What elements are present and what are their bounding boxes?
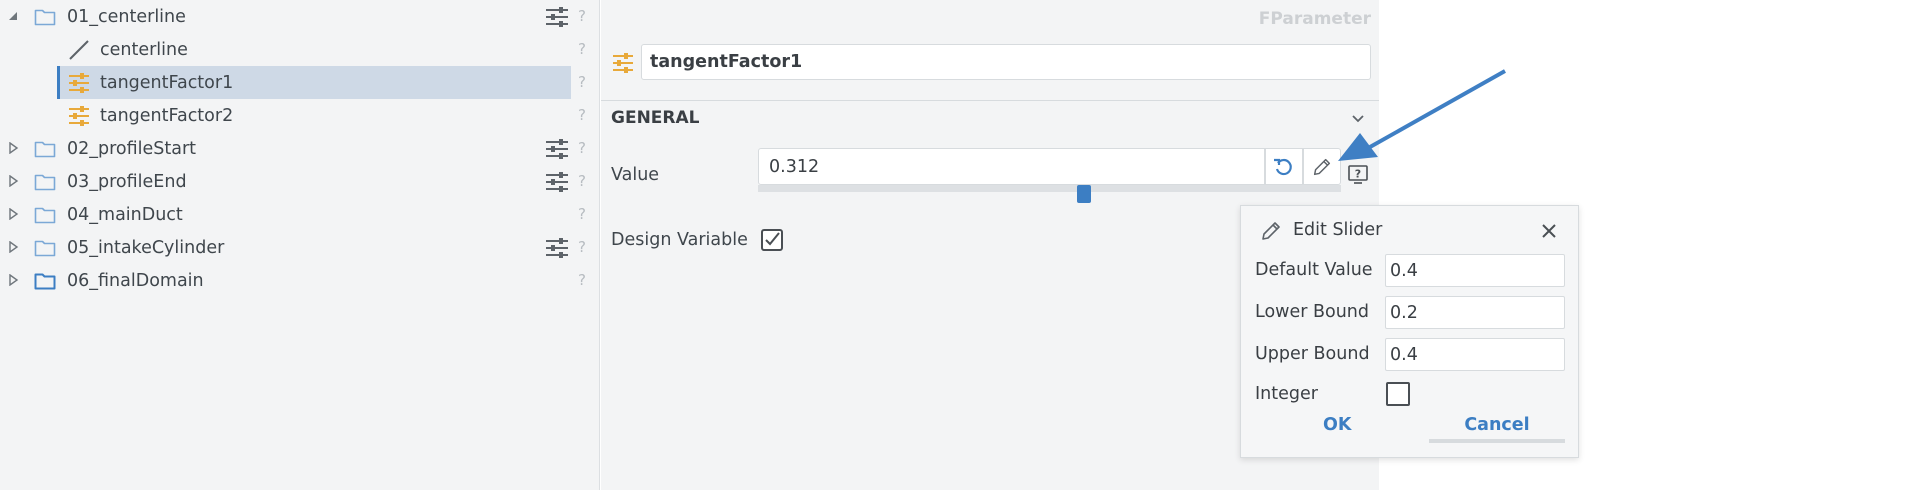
slider-param-icon [613,53,633,73]
value-label: Value [611,165,660,185]
default-value-input[interactable]: 0.4 [1385,254,1565,287]
folder-icon [34,240,56,257]
tree-item-06-finaldomain[interactable]: 06_finalDomain ? [0,264,600,297]
ok-button[interactable]: OK [1323,415,1351,435]
value-slider-track[interactable] [758,185,1341,192]
tree-item-label: 01_centerline [67,7,186,27]
help-icon[interactable]: ? [578,40,586,58]
help-icon[interactable]: ? [578,238,586,256]
reset-value-button[interactable] [1265,148,1303,185]
expand-triangle-icon[interactable] [7,241,19,253]
tree-item-05-intakecylinder[interactable]: 05_intakeCylinder ? [0,231,600,264]
value-slider-thumb[interactable] [1077,185,1092,203]
help-icon[interactable]: ? [578,139,586,157]
name-field-value: tangentFactor1 [650,52,803,72]
design-variable-label: Design Variable [611,230,748,250]
sliders-icon[interactable] [544,237,570,259]
line-icon [69,40,89,60]
expand-triangle-icon[interactable] [7,142,19,154]
expand-triangle-icon[interactable] [7,274,19,286]
lower-bound-input[interactable]: 0.2 [1385,296,1565,329]
integer-checkbox[interactable] [1386,382,1410,406]
tree-item-label: 03_profileEnd [67,172,187,192]
scene-tree: 01_centerline ? centerline ? tangentFact… [0,0,600,490]
slider-param-icon [69,73,89,93]
upper-bound-text: 0.4 [1390,345,1418,365]
expand-triangle-icon[interactable] [7,175,19,187]
tree-item-label: centerline [100,40,188,60]
help-icon[interactable]: ? [578,106,586,124]
tree-item-01-centerline[interactable]: 01_centerline ? [0,0,600,33]
design-variable-checkbox[interactable] [760,228,784,252]
folder-icon [34,174,56,191]
tree-item-tangentfactor2[interactable]: tangentFactor2 ? [0,99,600,132]
help-icon[interactable]: ? [578,271,586,289]
close-icon[interactable] [1538,220,1560,242]
upper-bound-input[interactable]: 0.4 [1385,338,1565,371]
name-field[interactable]: tangentFactor1 [641,44,1371,80]
object-type-label: FParameter [1258,9,1371,29]
tree-item-tangentfactor1[interactable]: tangentFactor1 ? [0,66,600,99]
expand-triangle-icon[interactable] [7,208,19,220]
sliders-icon[interactable] [544,6,570,28]
upper-bound-label: Upper Bound [1255,344,1370,364]
help-icon[interactable]: ? [578,7,586,25]
annotation-arrow-icon [1338,69,1506,161]
folder-icon [34,207,56,224]
value-input-text: 0.312 [769,157,820,177]
cancel-button[interactable]: Cancel [1429,413,1565,443]
help-icon[interactable]: ? [578,205,586,223]
sliders-icon[interactable] [544,138,570,160]
default-value-label: Default Value [1255,260,1373,280]
folder-icon [34,273,56,290]
value-input[interactable]: 0.312 [758,148,1265,185]
help-icon[interactable]: ? [1346,163,1370,187]
section-header-general[interactable]: GENERAL [611,108,700,128]
edit-slider-dialog: Edit Slider Default Value 0.4 Lower Boun… [1240,205,1579,458]
undo-icon [1274,158,1292,176]
tree-item-label: tangentFactor2 [100,106,234,126]
tree-item-label: 02_profileStart [67,139,197,159]
slider-param-icon [69,106,89,126]
divider [601,100,1379,101]
tree-item-label: tangentFactor1 [100,73,234,93]
lower-bound-label: Lower Bound [1255,302,1369,322]
tree-item-02-profilestart[interactable]: 02_profileStart ? [0,132,600,165]
tree-item-03-profileend[interactable]: 03_profileEnd ? [0,165,600,198]
folder-icon [34,141,56,158]
default-value-text: 0.4 [1390,261,1418,281]
help-icon[interactable]: ? [578,73,586,91]
lower-bound-text: 0.2 [1390,303,1418,323]
collapse-triangle-icon[interactable] [7,10,19,22]
tree-item-label: 06_finalDomain [67,271,204,291]
tree-item-04-mainduct[interactable]: 04_mainDuct ? [0,198,600,231]
sliders-icon[interactable] [544,171,570,193]
dialog-title: Edit Slider [1293,220,1383,240]
tree-item-label: 05_intakeCylinder [67,238,225,258]
help-icon[interactable]: ? [578,172,586,190]
pencil-icon [1262,222,1280,240]
tree-item-label: 04_mainDuct [67,205,183,225]
integer-label: Integer [1255,384,1318,404]
svg-text:?: ? [1355,168,1361,181]
folder-icon [34,9,56,26]
tree-item-centerline[interactable]: centerline ? [0,33,600,66]
